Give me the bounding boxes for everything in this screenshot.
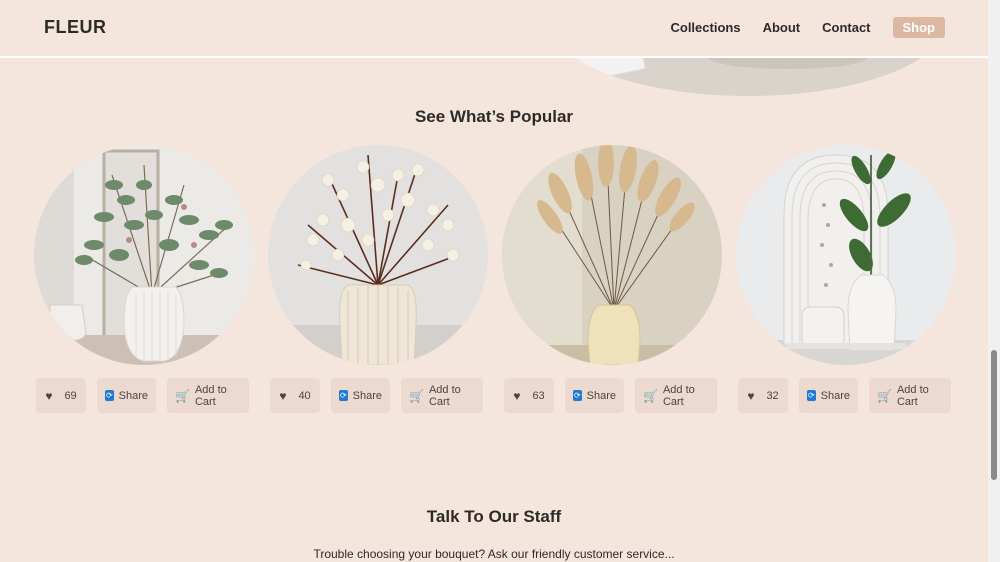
product-image-arch-vase[interactable]	[736, 145, 956, 365]
product-image-pampas[interactable]	[502, 145, 722, 365]
popular-section-title: See What’s Popular	[414, 107, 574, 126]
cart-icon: 🛒	[877, 388, 892, 403]
product-actions: ♥ 40 ⟳ Share 🛒 Add to Cart	[270, 378, 483, 413]
share-label: Share	[118, 389, 148, 402]
share-label: Share	[586, 389, 616, 402]
cart-icon: 🛒	[643, 388, 658, 403]
product-card: ♥ 63 ⟳ Share 🛒 Add to Cart	[502, 145, 722, 413]
share-button[interactable]: ⟳ Share	[97, 378, 156, 413]
heart-icon: ♥	[45, 388, 53, 403]
nav-shop-button[interactable]: Shop	[892, 17, 945, 38]
add-to-cart-button[interactable]: 🛒 Add to Cart	[869, 378, 951, 413]
product-image-blossom[interactable]	[268, 145, 488, 365]
cart-icon: 🛒	[409, 388, 424, 403]
share-icon: ⟳	[807, 390, 816, 401]
staff-description: Trouble choosing your bouquet? Ask our f…	[313, 547, 675, 561]
like-button[interactable]: ♥ 40	[270, 378, 320, 413]
like-count: 69	[64, 389, 77, 402]
like-button[interactable]: ♥ 69	[36, 378, 86, 413]
cart-label: Add to Cart	[428, 383, 461, 408]
cart-label: Add to Cart	[662, 383, 695, 408]
cart-icon: 🛒	[175, 388, 190, 403]
share-icon: ⟳	[339, 390, 348, 401]
share-label: Share	[820, 389, 850, 402]
add-to-cart-button[interactable]: 🛒 Add to Cart	[167, 378, 249, 413]
logo[interactable]: FLEUR	[44, 17, 107, 38]
product-actions: ♥ 32 ⟳ Share 🛒 Add to Cart	[738, 378, 951, 413]
cart-label: Add to Cart	[896, 383, 929, 408]
share-icon: ⟳	[105, 390, 114, 401]
like-button[interactable]: ♥ 63	[504, 378, 554, 413]
share-icon: ⟳	[573, 390, 582, 401]
like-count: 40	[298, 389, 311, 402]
share-label: Share	[352, 389, 382, 402]
share-button[interactable]: ⟳ Share	[799, 378, 858, 413]
site-header: FLEUR Collections About Contact Shop	[0, 0, 988, 58]
nav-about[interactable]: About	[763, 20, 801, 35]
staff-section-title: Talk To Our Staff	[426, 507, 562, 526]
share-button[interactable]: ⟳ Share	[565, 378, 624, 413]
product-actions: ♥ 63 ⟳ Share 🛒 Add to Cart	[504, 378, 717, 413]
cart-label: Add to Cart	[194, 383, 227, 408]
add-to-cart-button[interactable]: 🛒 Add to Cart	[401, 378, 483, 413]
scrollbar-thumb[interactable]	[991, 350, 997, 480]
product-image-eucalyptus[interactable]	[34, 145, 254, 365]
heart-icon: ♥	[279, 388, 287, 403]
product-card: ♥ 40 ⟳ Share 🛒 Add to Cart	[268, 145, 488, 413]
main-nav: Collections About Contact Shop	[670, 17, 945, 38]
product-card: ♥ 32 ⟳ Share 🛒 Add to Cart	[736, 145, 956, 413]
heart-icon: ♥	[747, 388, 755, 403]
product-actions: ♥ 69 ⟳ Share 🛒 Add to Cart	[36, 378, 249, 413]
like-count: 63	[532, 389, 545, 402]
nav-contact[interactable]: Contact	[822, 20, 870, 35]
like-button[interactable]: ♥ 32	[738, 378, 788, 413]
nav-collections[interactable]: Collections	[670, 20, 740, 35]
add-to-cart-button[interactable]: 🛒 Add to Cart	[635, 378, 717, 413]
heart-icon: ♥	[513, 388, 521, 403]
product-card: ♥ 69 ⟳ Share 🛒 Add to Cart	[34, 145, 254, 413]
share-button[interactable]: ⟳ Share	[331, 378, 390, 413]
page-scrollbar[interactable]	[988, 0, 1000, 562]
like-count: 32	[766, 389, 779, 402]
